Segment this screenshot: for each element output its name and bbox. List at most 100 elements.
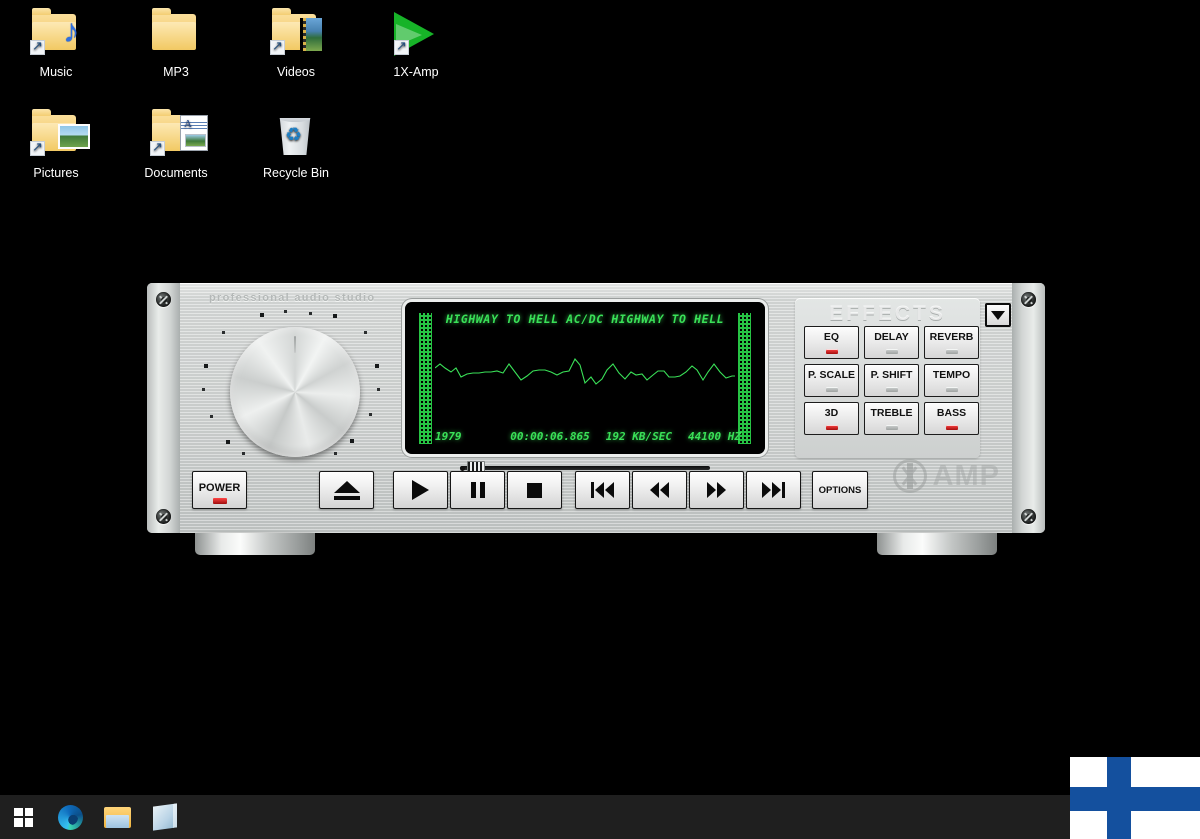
rewind-button[interactable] [632, 471, 687, 509]
effect-label: P. SHIFT [865, 369, 918, 381]
desktop-icon-videos[interactable]: Videos [248, 10, 344, 80]
effects-panel[interactable]: EFFECTS EQ DELAY REVERB P. SCALE P. SHIF… [795, 298, 980, 458]
effect-button-3d[interactable]: 3D [804, 402, 859, 435]
skip-next-icon [762, 482, 785, 498]
effect-button-eq[interactable]: EQ [804, 326, 859, 359]
taskbar[interactable]: ^ [0, 795, 1200, 839]
fastforward-button[interactable] [689, 471, 744, 509]
desktop-icon-label: Videos [248, 65, 344, 80]
desktop-icon-label: Pictures [8, 166, 104, 181]
screw-icon [156, 509, 171, 524]
effect-button-reverb[interactable]: REVERB [924, 326, 979, 359]
volume-knob-area[interactable] [202, 310, 387, 475]
desktop-icon-label: 1X-Amp [368, 65, 464, 80]
lcd-screen: HIGHWAY TO HELL AC/DC HIGHWAY TO HELL 19… [405, 302, 765, 454]
recycle-bin-icon [248, 111, 344, 161]
effect-label: EQ [805, 331, 858, 343]
start-button[interactable] [0, 795, 47, 839]
led-indicator [886, 349, 898, 354]
power-button[interactable]: POWER [192, 471, 247, 509]
folder-pictures-icon [8, 111, 104, 161]
store-button[interactable] [141, 795, 188, 839]
file-explorer-button[interactable] [94, 795, 141, 839]
folder-videos-icon [248, 10, 344, 60]
effect-label: TEMPO [925, 369, 978, 381]
play-button[interactable] [393, 471, 448, 509]
green-play-icon [368, 10, 464, 60]
folder-icon [128, 10, 224, 60]
led-indicator [946, 349, 958, 354]
play-icon [412, 480, 429, 500]
desktop-icon-1x-amp[interactable]: 1X-Amp [368, 10, 464, 80]
edge-browser-icon [58, 805, 83, 830]
brand-label: professional audio studio [209, 292, 375, 304]
vu-meter-right [738, 313, 751, 444]
led-indicator [826, 387, 838, 392]
led-indicator [886, 425, 898, 430]
screw-icon [1021, 292, 1036, 307]
effect-label: 3D [805, 407, 858, 419]
desktop-icon-label: Recycle Bin [248, 166, 344, 181]
eject-icon [334, 481, 360, 500]
led-indicator [946, 425, 958, 430]
chassis-foot [195, 533, 315, 555]
amp-logo: AMP [893, 459, 1000, 493]
amp-mark-icon [893, 459, 927, 493]
amp-logo-text: AMP [933, 460, 1000, 493]
skip-previous-icon [591, 482, 614, 498]
led-indicator [826, 349, 838, 354]
effect-button-p-scale[interactable]: P. SCALE [804, 364, 859, 397]
options-label: OPTIONS [819, 485, 862, 496]
samplerate-label: 44100 HZ [688, 430, 741, 443]
effect-button-p-shift[interactable]: P. SHIFT [864, 364, 919, 397]
led-indicator [886, 387, 898, 392]
volume-knob[interactable] [230, 327, 360, 457]
chassis-foot [877, 533, 997, 555]
effects-grid[interactable]: EQ DELAY REVERB P. SCALE P. SHIFT TEMPO … [804, 326, 979, 435]
effect-button-tempo[interactable]: TEMPO [924, 364, 979, 397]
edge-button[interactable] [47, 795, 94, 839]
desktop-icon-music[interactable]: ♪ Music [8, 10, 104, 80]
eject-button[interactable] [319, 471, 374, 509]
audio-player-window[interactable]: professional audio studio HIGHWAY [147, 283, 1045, 533]
desktop-icon-label: MP3 [128, 65, 224, 80]
effect-label: TREBLE [865, 407, 918, 419]
playlist-dropdown-button[interactable] [985, 303, 1011, 327]
desktop-icon-recycle-bin[interactable]: Recycle Bin [248, 111, 344, 181]
effect-label: REVERB [925, 331, 978, 343]
effect-label: DELAY [865, 331, 918, 343]
led-indicator [826, 425, 838, 430]
desktop-icon-pictures[interactable]: Pictures [8, 111, 104, 181]
fast-forward-icon [707, 482, 726, 498]
stop-icon [527, 483, 542, 498]
led-indicator [946, 387, 958, 392]
microsoft-store-icon [153, 803, 177, 830]
finland-flag [1070, 757, 1200, 839]
effect-button-bass[interactable]: BASS [924, 402, 979, 435]
screw-icon [1021, 509, 1036, 524]
desktop-icon-mp3[interactable]: MP3 [128, 10, 224, 80]
windows-logo-icon [14, 808, 33, 827]
track-year: 1979 [435, 430, 462, 443]
effect-label: P. SCALE [805, 369, 858, 381]
seek-track[interactable] [460, 466, 710, 470]
options-button[interactable]: OPTIONS [812, 471, 868, 509]
desktop-icon-label: Documents [128, 166, 224, 181]
pause-button[interactable] [450, 471, 505, 509]
screw-icon [156, 292, 171, 307]
desktop-icon-documents[interactable]: Documents [128, 111, 224, 181]
next-button[interactable] [746, 471, 801, 509]
stop-button[interactable] [507, 471, 562, 509]
desktop[interactable]: ♪ Music MP3 Videos 1X-Amp Pic [0, 0, 1200, 795]
transport-bar[interactable]: POWER [192, 471, 1000, 511]
lcd-status-row: 1979 00:00:06.865 192 KB/SEC 44100 HZ [435, 430, 741, 443]
file-explorer-icon [104, 807, 131, 828]
desktop-icon-label: Music [8, 65, 104, 80]
chassis-right-rail [1012, 283, 1045, 533]
bitrate-label: 192 KB/SEC [606, 430, 672, 443]
effect-button-treble[interactable]: TREBLE [864, 402, 919, 435]
vu-meter-left [419, 313, 432, 444]
elapsed-time: 00:00:06.865 [510, 430, 589, 443]
previous-button[interactable] [575, 471, 630, 509]
effect-button-delay[interactable]: DELAY [864, 326, 919, 359]
